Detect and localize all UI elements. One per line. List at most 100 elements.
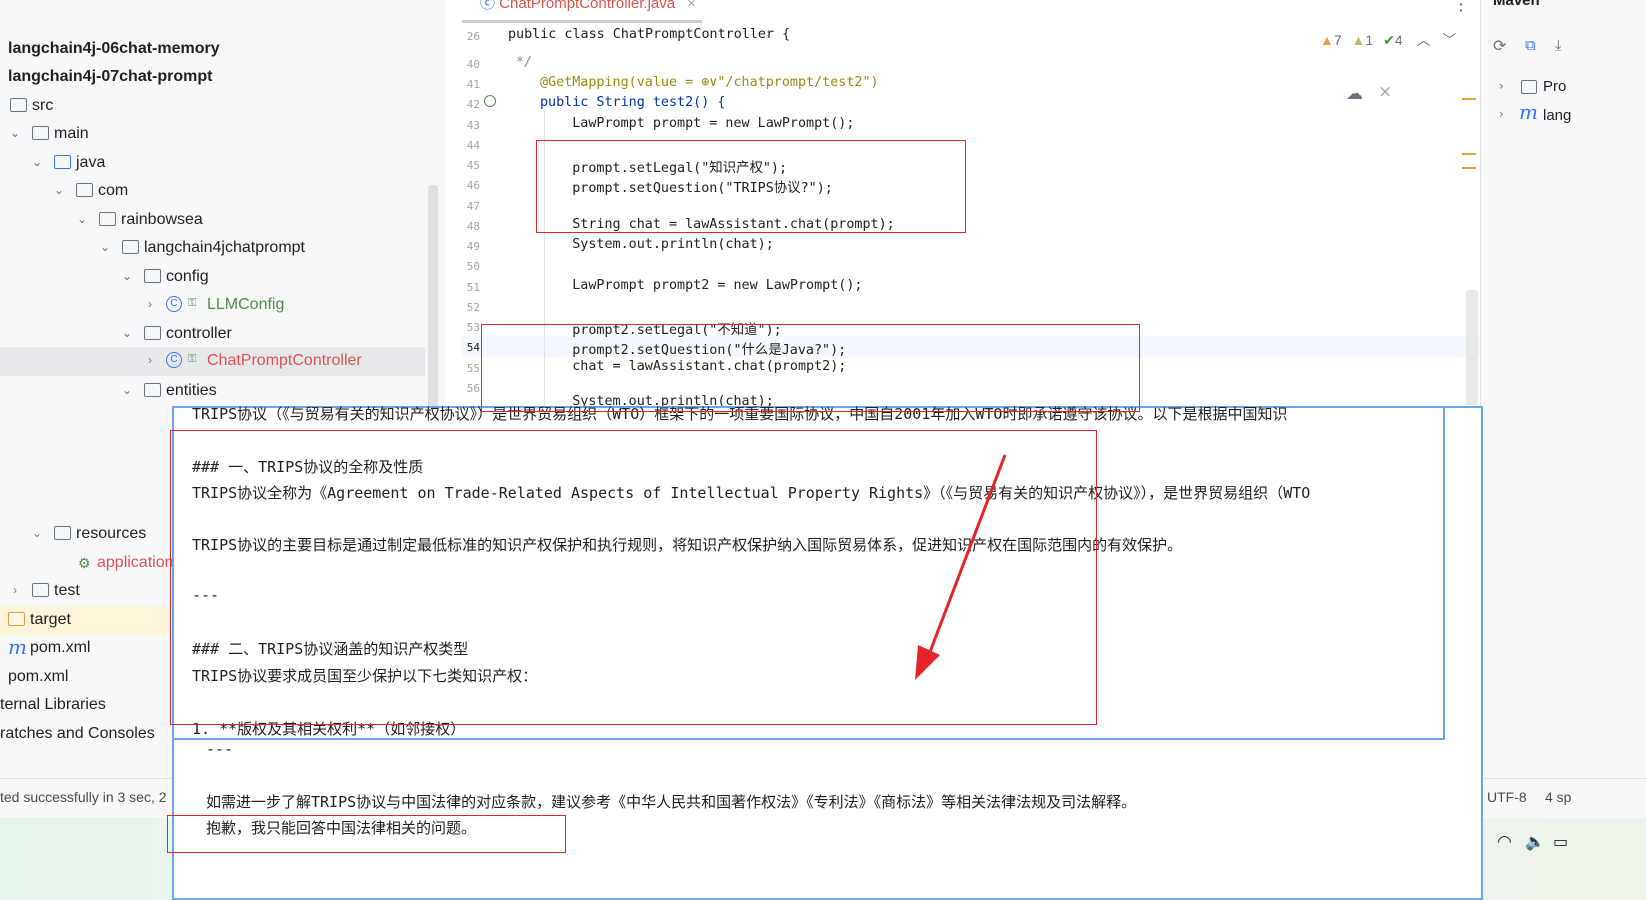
- editor-scrollbar[interactable]: [1466, 290, 1478, 405]
- tree-item-chat-prompt[interactable]: langchain4j-07chat-prompt: [0, 63, 445, 93]
- inspection-widget[interactable]: ▲7 ▲1 ✔4 ︿ ﹀: [1320, 30, 1480, 52]
- battery-icon[interactable]: ▭: [1553, 832, 1568, 851]
- tree-item-label: langchain4jchatprompt: [144, 239, 305, 256]
- chevron-right-icon[interactable]: ›: [8, 583, 22, 597]
- package-icon: [144, 269, 161, 283]
- tree-item-label: controller: [166, 325, 232, 342]
- close-icon[interactable]: ×: [1378, 82, 1392, 102]
- tree-item-com[interactable]: ⌄ com: [0, 177, 445, 207]
- chevron-down-icon[interactable]: ⌄: [120, 383, 134, 397]
- code-line[interactable]: LawPrompt prompt = new LawPrompt();: [540, 116, 854, 131]
- tree-item-src[interactable]: src: [0, 92, 445, 122]
- check-icon: ✔: [1383, 32, 1395, 48]
- weak-warning-count: 1: [1365, 32, 1374, 48]
- close-icon[interactable]: ×: [687, 0, 696, 12]
- maven-icon: m: [8, 635, 27, 659]
- tree-item-chatpromptcontroller[interactable]: › C ⚿ ChatPromptController: [0, 347, 425, 376]
- line-number: 51: [466, 281, 480, 294]
- maven-item[interactable]: lang: [1543, 107, 1571, 124]
- maven-item[interactable]: Pro: [1543, 78, 1566, 95]
- code-line[interactable]: */: [508, 55, 532, 70]
- chevron-down-icon[interactable]: ⌄: [8, 126, 22, 140]
- chevron-down-icon[interactable]: ﹀: [1442, 32, 1456, 48]
- encoding-indicator[interactable]: UTF-8: [1487, 789, 1527, 805]
- package-icon: [144, 383, 161, 397]
- chevron-down-icon[interactable]: ⌄: [30, 526, 44, 540]
- line-number: 46: [466, 179, 480, 192]
- maven-panel-title: Maven: [1493, 0, 1540, 9]
- resources-folder-icon: [54, 526, 71, 540]
- tree-item-label: config: [166, 268, 209, 285]
- chevron-right-icon[interactable]: ›: [143, 353, 157, 367]
- tree-item-label: main: [54, 125, 89, 142]
- tree-item-controller[interactable]: ⌄ controller: [0, 320, 445, 350]
- code-line[interactable]: System.out.println(chat);: [540, 237, 774, 252]
- tree-item-chat-memory[interactable]: langchain4j-06chat-memory: [0, 35, 445, 65]
- marker-warning[interactable]: [1462, 153, 1476, 155]
- line-number: 50: [466, 260, 480, 273]
- tree-item-java[interactable]: ⌄ java: [0, 149, 445, 179]
- more-icon[interactable]: ⋮: [1452, 0, 1470, 15]
- refresh-icon[interactable]: ⟳: [1493, 36, 1506, 55]
- package-icon: [122, 240, 139, 254]
- tree-item-label: ternal Libraries: [0, 696, 106, 713]
- folder-icon: [1521, 80, 1537, 94]
- chevron-up-icon[interactable]: ︿: [1417, 32, 1431, 48]
- tree-item-label: ratches and Consoles: [0, 725, 155, 742]
- lock-icon: ⚿: [188, 353, 197, 365]
- lock-icon: ⚿: [188, 297, 197, 309]
- highlight-box: [167, 815, 566, 853]
- tree-item-label: ChatPromptController: [207, 352, 362, 369]
- chevron-down-icon[interactable]: ⌄: [98, 240, 112, 254]
- tree-item-label: langchain4j-07chat-prompt: [8, 68, 213, 85]
- tree-item-label: LLMConfig: [207, 296, 285, 313]
- code-line[interactable]: @GetMapping(value = ⊕∨"/chatprompt/test2…: [540, 75, 879, 90]
- marker-warning[interactable]: [1462, 98, 1476, 100]
- editor-tab[interactable]: ⓒ ChatPromptController.java ×: [480, 0, 696, 13]
- line-number: 44: [466, 139, 480, 152]
- chevron-down-icon[interactable]: ⌄: [75, 212, 89, 226]
- code-line[interactable]: public class ChatPromptController {: [508, 27, 790, 42]
- chevron-right-icon[interactable]: ›: [1499, 107, 1504, 121]
- warning-count: 7: [1333, 32, 1342, 48]
- tree-item-rainbowsea[interactable]: ⌄ rainbowsea: [0, 206, 445, 236]
- build-status[interactable]: ted successfully in 3 sec, 2: [0, 789, 167, 805]
- line-number: 52: [466, 301, 480, 314]
- chevron-down-icon[interactable]: ⌄: [120, 269, 134, 283]
- tab-scrollbar[interactable]: [462, 20, 702, 23]
- tree-item-label: test: [54, 582, 80, 599]
- ai-assistant-icon[interactable]: ☁: [1346, 84, 1363, 104]
- source-folder-icon: [54, 155, 71, 169]
- marker-warning[interactable]: [1462, 167, 1476, 169]
- tree-item-label: java: [76, 154, 106, 171]
- line-number: 40: [466, 58, 480, 71]
- line-number: 48: [466, 220, 480, 233]
- tree-item-label: target: [30, 611, 71, 628]
- folder-icon: [10, 98, 27, 112]
- tree-item-llmconfig[interactable]: › C ⚿ LLMConfig: [0, 291, 445, 321]
- tree-item-label: application: [97, 554, 174, 571]
- volume-icon[interactable]: 🔈: [1525, 832, 1545, 851]
- tree-item-label: rainbowsea: [121, 211, 203, 228]
- config-file-icon: ⚙: [78, 555, 91, 571]
- code-line[interactable]: LawPrompt prompt2 = new LawPrompt();: [540, 278, 862, 293]
- tree-item-langchain4jchatprompt[interactable]: ⌄ langchain4jchatprompt: [0, 234, 445, 264]
- tree-item-config[interactable]: ⌄ config: [0, 263, 445, 293]
- chevron-down-icon[interactable]: ⌄: [30, 155, 44, 169]
- annotation-arrow: [915, 454, 1007, 680]
- chevron-right-icon[interactable]: ›: [1499, 79, 1504, 93]
- endpoint-gutter-icon[interactable]: [484, 95, 496, 107]
- tree-item-label: entities: [166, 382, 217, 399]
- code-line[interactable]: public String test2() {: [540, 95, 725, 110]
- class-icon: C: [166, 352, 182, 368]
- reimport-icon[interactable]: ⧉: [1525, 36, 1536, 54]
- tree-item-main[interactable]: ⌄ main: [0, 120, 445, 150]
- wifi-icon[interactable]: ◠: [1497, 832, 1512, 852]
- line-number: 49: [466, 240, 480, 253]
- tree-item-label: langchain4j-06chat-memory: [8, 40, 220, 57]
- chevron-down-icon[interactable]: ⌄: [52, 183, 66, 197]
- chevron-down-icon[interactable]: ⌄: [120, 326, 134, 340]
- indent-indicator[interactable]: 4 sp: [1545, 789, 1571, 805]
- chevron-right-icon[interactable]: ›: [143, 297, 157, 311]
- download-icon[interactable]: ⤓: [1555, 36, 1562, 54]
